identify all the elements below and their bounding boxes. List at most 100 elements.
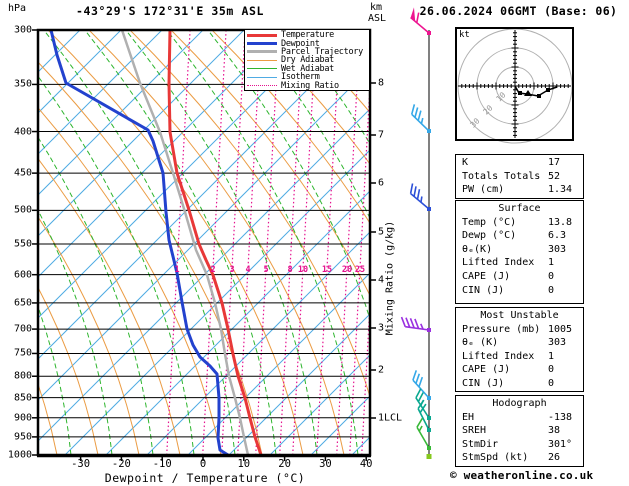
mixing-ratio-value-label: 5 <box>263 265 268 275</box>
panel-row-value: 6.3 <box>548 230 567 242</box>
km-axis-label: 8 <box>378 77 385 89</box>
pressure-unit-label: hPa <box>8 3 27 14</box>
hodograph-marker-square <box>537 94 541 98</box>
wet-adiabat-legend-line <box>247 68 277 70</box>
panel-box: K 17 Totals Totals 52 PW (cm) 1.34 <box>455 154 584 199</box>
dry-adiabat-line <box>38 106 222 455</box>
mixing-ratio-legend-line <box>247 85 277 87</box>
wind-barb-station-dot <box>427 31 431 35</box>
panel-row-value: 303 <box>548 337 567 349</box>
panel-row-value: 1005 <box>548 323 573 335</box>
panel-row: θₑ (K) 303 <box>462 336 583 350</box>
km-unit-label: km <box>370 2 383 13</box>
wind-barb <box>410 104 430 132</box>
mixing-ratio-value-label: 4 <box>245 265 250 275</box>
panel-row: K 17 <box>462 156 583 170</box>
pressure-axis-label: 350 <box>13 78 32 90</box>
pressure-axis-label: 750 <box>13 347 32 359</box>
panel-row-value: 301° <box>548 438 573 450</box>
page-title: -43°29'S 172°31'E 35m ASL <box>75 4 265 18</box>
parcel-trajectory-curve <box>120 30 250 455</box>
pressure-axis-label: 650 <box>13 297 32 309</box>
temperature-axis-label: -30 <box>71 458 91 470</box>
temperature-axis-label: 40 <box>359 458 373 470</box>
wind-barb <box>409 183 430 210</box>
panel-row-label: CIN (J) <box>462 377 505 389</box>
km-axis-label: 6 <box>378 177 385 189</box>
legend: Temperature Dewpoint Parcel Trajectory Dry … <box>244 29 370 91</box>
pressure-axis-label: 1000 <box>7 449 32 461</box>
panel-box-title: Hodograph <box>492 398 547 409</box>
hodograph-unit-label: kt <box>459 30 470 40</box>
panel-row: CIN (J) 0 <box>462 377 583 391</box>
mixing-ratio-value-label: 25 <box>355 265 365 275</box>
mixing-ratio-value-label: 2 <box>210 265 215 275</box>
footer-credit: © weatheronline.co.uk <box>450 469 594 482</box>
panel-row: CIN (J) 0 <box>462 284 583 298</box>
km-axis-label: 4 <box>378 274 385 286</box>
wind-barb-station-dot <box>427 207 431 211</box>
hodograph-marker-square <box>546 88 550 92</box>
pressure-axis-label: 900 <box>13 412 32 424</box>
panel-row: CAPE (J) 0 <box>462 270 583 284</box>
isotherm-line <box>38 30 368 360</box>
panel-row: Dewp (°C) 6.3 <box>462 229 583 243</box>
pressure-axis-label: 550 <box>13 238 32 250</box>
pressure-axis-label: 450 <box>13 167 32 179</box>
mixing-ratio-value-label: 10 <box>298 265 308 275</box>
temperature-axis-label: 30 <box>319 458 332 470</box>
panel-box-title: Surface <box>498 203 541 214</box>
mixing-ratio-line <box>237 30 262 455</box>
temperature-axis-label: 20 <box>278 458 291 470</box>
panel-row: Pressure (mb) 1005 <box>462 323 583 337</box>
mixing-ratio-axis-title: Mixing Ratio (g/kg) <box>384 220 396 336</box>
panel-row-value: 0 <box>548 377 555 389</box>
panel-row: StmDir 301° <box>462 438 583 452</box>
hodograph-marker-square <box>518 91 522 95</box>
wind-barb-station-dot <box>427 129 431 133</box>
panel-row-label: SREH <box>462 425 487 437</box>
panel-row: EH -138 <box>462 411 583 425</box>
parcel-trajectory-legend-line <box>247 50 277 54</box>
panel-row-value: 0 <box>548 284 555 296</box>
wind-barb-station-dot <box>427 428 431 432</box>
panel-row-value: 38 <box>548 425 561 437</box>
mixing-ratio-value-label: 15 <box>322 265 332 275</box>
pressure-axis-label: 600 <box>13 269 32 281</box>
legend-item-label: Mixing Ratio <box>281 80 339 91</box>
mixing-ratio-line <box>316 30 341 455</box>
dry-adiabat-line <box>88 30 345 455</box>
panel-row: CAPE (J) 0 <box>462 363 583 377</box>
wind-barb <box>400 316 430 331</box>
panel-row-value: 0 <box>548 364 555 376</box>
panel-row: PW (cm) 1.34 <box>462 183 583 197</box>
panel-row-label: StmSpd (kt) <box>462 452 529 464</box>
panel-row-value: 0 <box>548 270 555 282</box>
panel-row-value: 13.8 <box>548 216 573 228</box>
panel-row-value: 1 <box>548 257 555 269</box>
mixing-ratio-value-label: 8 <box>287 265 292 275</box>
panel-row-value: 303 <box>548 243 567 255</box>
km-axis-label: 5 <box>378 226 385 238</box>
hodograph-marker-triangle <box>524 90 532 96</box>
mixing-ratio-line <box>361 293 370 455</box>
panel-row-label: CAPE (J) <box>462 270 511 282</box>
panel-row-label: K <box>462 157 469 168</box>
panel-row: θₑ(K) 303 <box>462 243 583 257</box>
panel-row-label: CAPE (J) <box>462 364 511 376</box>
km-axis-label: 2 <box>378 364 385 376</box>
panel-row: Lifted Index 1 <box>462 256 583 270</box>
temperature-legend-line <box>247 33 277 37</box>
panel-row: Temp (°C) 13.8 <box>462 216 583 230</box>
mixing-ratio-value-label: 3 <box>229 265 234 275</box>
dry-adiabat-legend-line <box>247 59 277 61</box>
panel-box-title: Most Unstable <box>480 310 559 321</box>
pressure-axis-label: 500 <box>13 204 32 216</box>
panel-box: Hodograph EH -138 SREH 38 StmDir 301° StmSpd (k… <box>455 395 584 467</box>
panel-row-label: CIN (J) <box>462 284 505 296</box>
panel-row-label: Totals Totals <box>462 170 541 182</box>
pressure-axis-label: 800 <box>13 370 32 382</box>
wind-barb-station-dot <box>427 446 431 450</box>
datetime-label: 26.06.2024 06GMT (Base: 06) <box>419 4 618 18</box>
mixing-ratio-value-label: 1 <box>174 265 179 275</box>
